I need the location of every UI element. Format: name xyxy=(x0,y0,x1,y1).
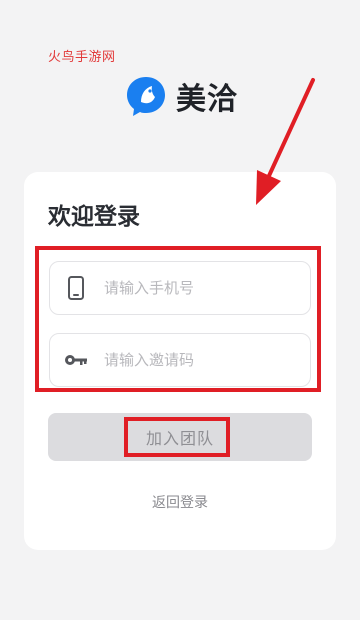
watermark-text: 火鸟手游网 xyxy=(48,50,116,65)
annotation-box-button xyxy=(124,417,230,457)
brand-name: 美洽 xyxy=(176,82,238,117)
brand-header: 美洽 xyxy=(124,74,238,118)
chat-bird-logo-icon xyxy=(127,77,165,116)
back-to-login-link[interactable]: 返回登录 xyxy=(0,492,360,512)
annotation-box-fields xyxy=(35,246,321,392)
page-title: 欢迎登录 xyxy=(48,204,140,230)
